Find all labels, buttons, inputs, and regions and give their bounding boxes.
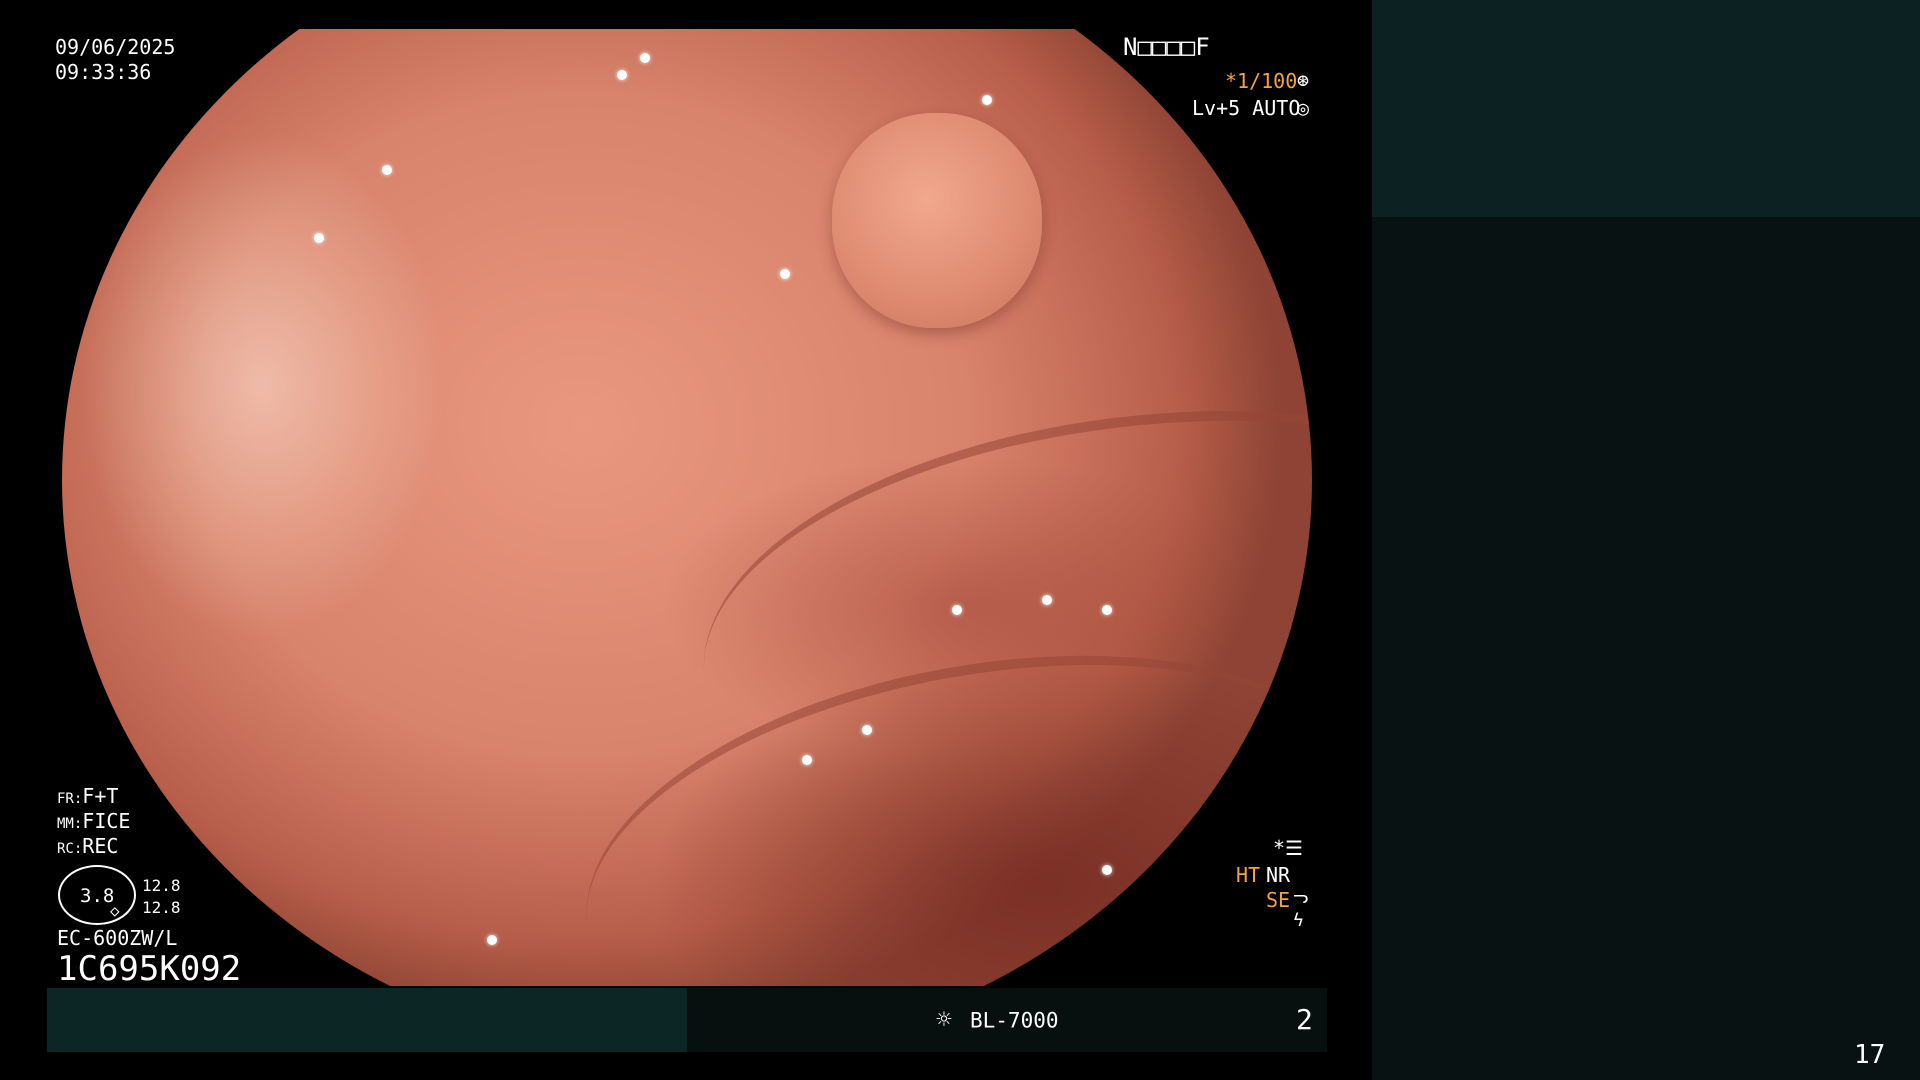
exam-time: 09:33:36 (55, 60, 152, 84)
frame-mode-label: FR: (57, 791, 83, 807)
flash-icon: ϟ (1293, 910, 1304, 931)
bubble (487, 935, 497, 945)
brightness-level: Lv+5 AUTO (1192, 96, 1301, 120)
endoscopy-screen: 09/06/2025 09:33:36 N□□□□F *1/100 ⊛ Lv+5… (0, 0, 1920, 1080)
frame-mask-top (0, 0, 1372, 29)
ht-indicator: HT (1236, 863, 1261, 887)
bubble (1102, 865, 1112, 875)
zoom-pointer-icon: ◇ (110, 901, 120, 920)
settings-marker: * (1273, 836, 1286, 860)
exam-date: 09/06/2025 (55, 35, 176, 59)
image-mode-value: FICE (82, 809, 131, 833)
bubble (802, 755, 812, 765)
side-panel-header (1372, 0, 1920, 217)
endoscope-image (62, 0, 1312, 1055)
record-mode-label: RC: (57, 841, 83, 857)
bubble (1102, 605, 1112, 615)
scope-serial: 1C695K092 (57, 949, 242, 989)
bubble (862, 725, 872, 735)
frame-mode: FR:F+T (57, 786, 118, 806)
bubble (982, 95, 992, 105)
aperture-icon: ⊛ (1297, 68, 1310, 92)
bubble (952, 605, 962, 615)
bubble (640, 53, 650, 63)
bubble (382, 165, 392, 175)
shutter-speed: *1/100 (1225, 69, 1298, 93)
record-mode: RC:REC (57, 836, 118, 856)
scope-model: EC-600ZW/L (57, 926, 178, 950)
polyp-lesion (832, 113, 1042, 328)
bubble (780, 269, 790, 279)
zoom-limit-a: 12.8 (142, 876, 181, 895)
nr-indicator: NR (1266, 863, 1291, 887)
light-source-label: BL-7000 (970, 1008, 1059, 1033)
zoom-limit-b: 12.8 (142, 898, 181, 917)
side-panel-body (1372, 217, 1920, 1080)
record-mode-value: REC (82, 834, 119, 858)
se-indicator: SE (1266, 888, 1291, 912)
iris-icon: ◎ (1297, 96, 1310, 120)
page-number: 17 (1854, 1040, 1886, 1070)
image-mode-label: MM: (57, 816, 83, 832)
status-bar-left (47, 988, 687, 1052)
sun-icon: ☼ (936, 1005, 952, 1035)
settings-list-icon: *☰ (1273, 836, 1303, 860)
frame-mode-value: F+T (82, 784, 119, 808)
bubble (314, 233, 324, 243)
image-mode: MM:FICE (57, 811, 130, 831)
curve-icon: ᓓ (1293, 887, 1309, 908)
bubble (1042, 595, 1052, 605)
bubble (617, 70, 627, 80)
channel-number: 2 (1296, 1003, 1313, 1036)
patient-id: N□□□□F (1123, 33, 1210, 61)
